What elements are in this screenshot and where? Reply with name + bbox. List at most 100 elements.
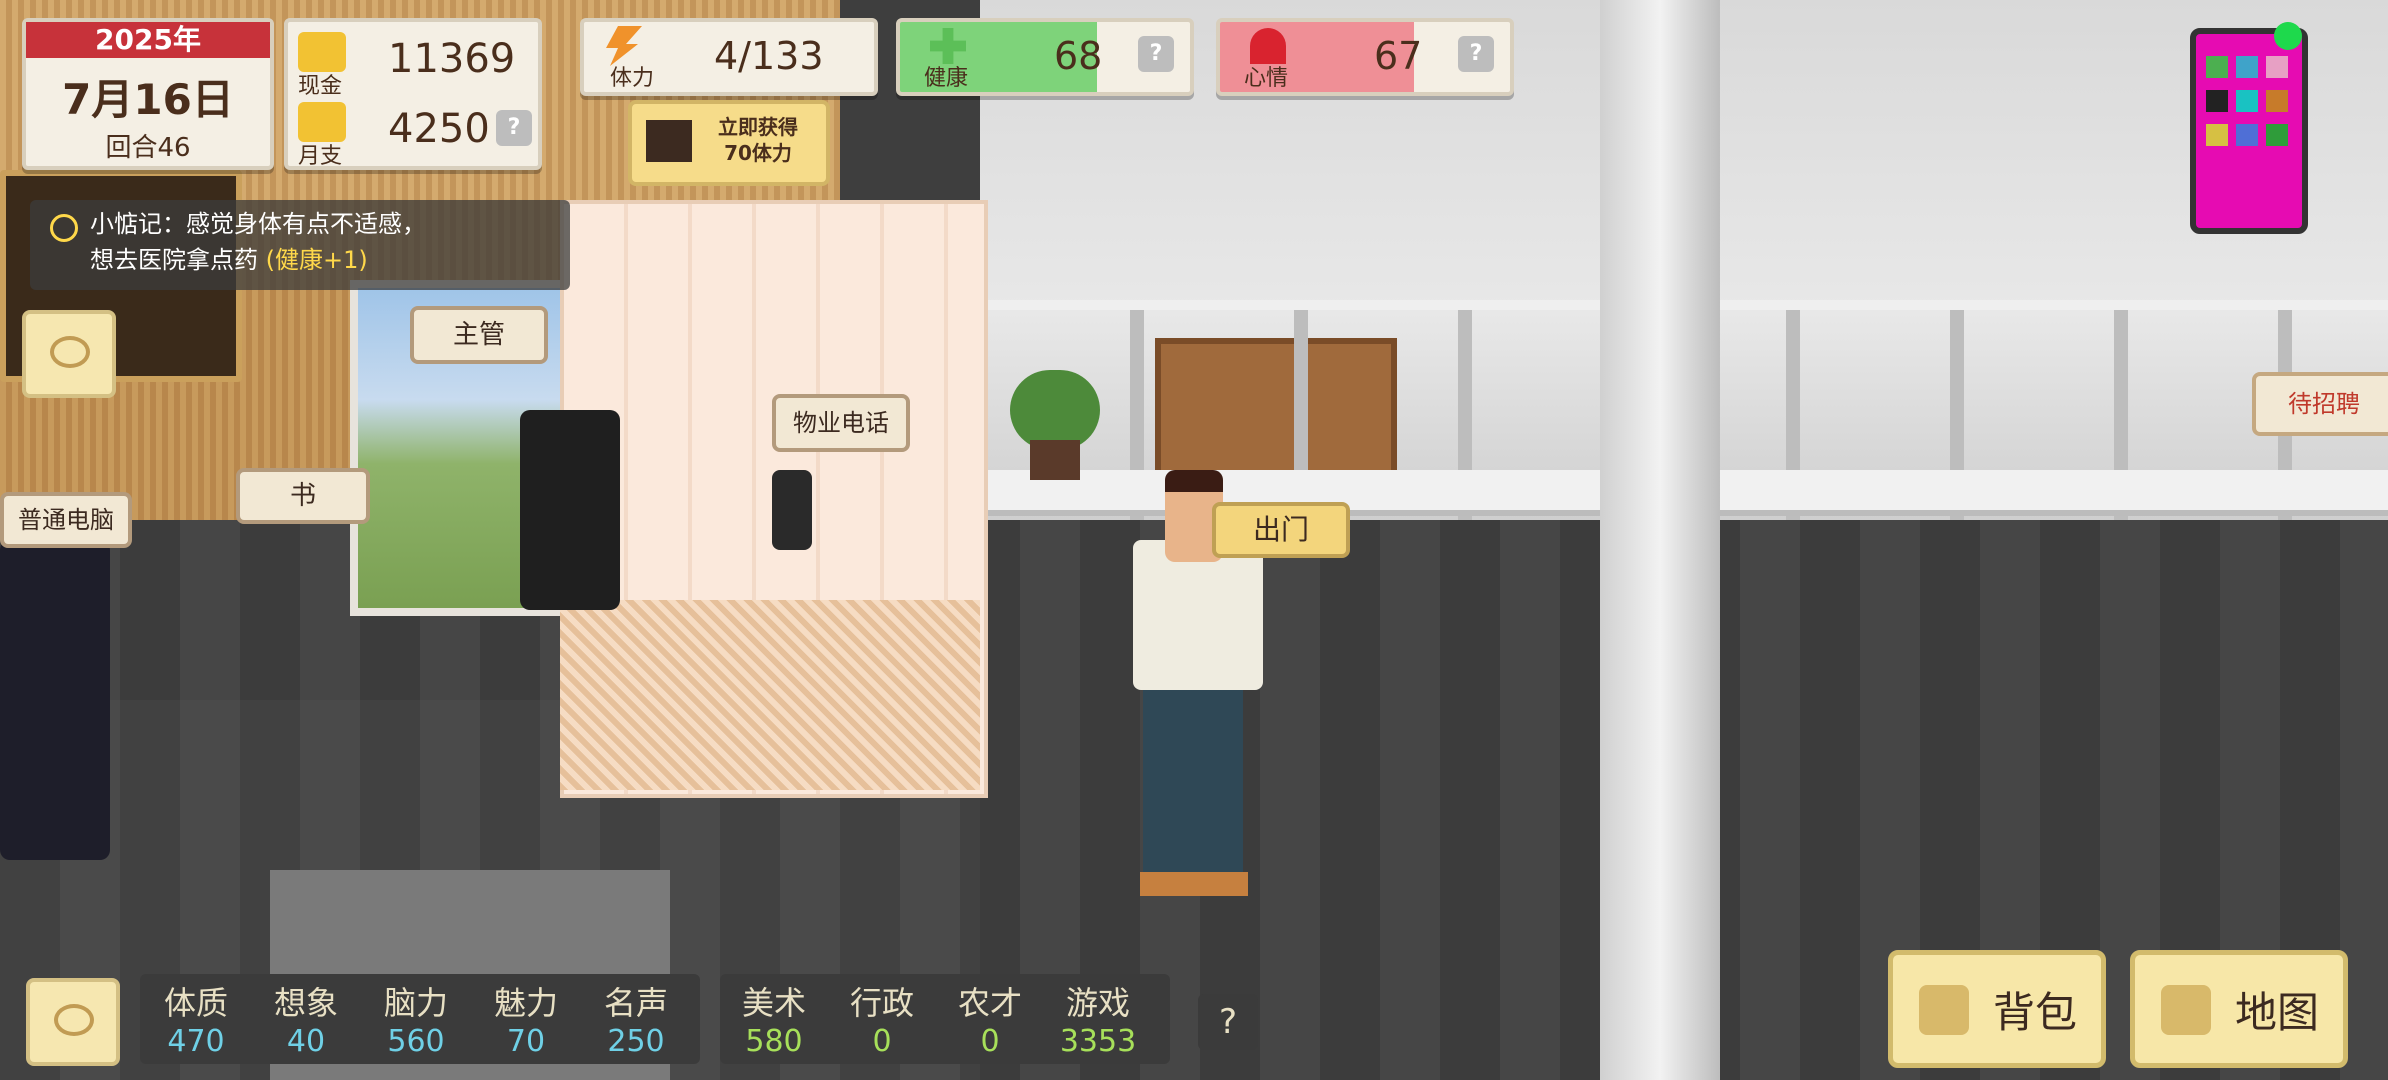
map-label: 地图 <box>2235 988 2320 1037</box>
ad-button-text: 立即获得 70体力 <box>698 114 818 166</box>
stamina-label: 体力 <box>610 66 655 91</box>
map-flag-icon <box>2161 985 2211 1035</box>
skill-label: 农才 <box>957 984 1022 1022</box>
skill-value: 0 <box>872 1024 892 1059</box>
go-out-button[interactable]: 出门 <box>1212 502 1350 558</box>
potted-plant <box>1010 370 1100 450</box>
monthly-label: 月支 <box>298 144 343 169</box>
stat-imagination: 想象 40 <box>256 978 356 1059</box>
wall-phone[interactable] <box>772 470 812 550</box>
stat-value: 560 <box>387 1024 445 1059</box>
cash-label: 现金 <box>298 74 343 99</box>
ad-line2: 70体力 <box>724 141 792 165</box>
stat-value: 40 <box>286 1024 326 1059</box>
view-toggle-button-bottom[interactable] <box>26 978 120 1066</box>
reminder-line1: 小惦记：感觉身体有点不适感， <box>90 210 426 238</box>
bubble-computer[interactable]: 普通电脑 <box>0 492 132 548</box>
skill-label: 游戏 <box>1065 984 1130 1022</box>
money-help-button[interactable]: ? <box>496 110 532 146</box>
monthly-value: 4250 <box>388 106 490 152</box>
stat-value: 470 <box>167 1024 225 1059</box>
bubble-property-phone[interactable]: 物业电话 <box>772 394 910 452</box>
phone-app-icon <box>2266 90 2288 112</box>
phone-app-icon <box>2236 90 2258 112</box>
map-button[interactable]: 地图 <box>2130 950 2348 1068</box>
mood-panel: 心情 67 ? <box>1216 18 1514 96</box>
reminder-text: 小惦记：感觉身体有点不适感， 想去医院拿点药 (健康+1) <box>90 206 426 278</box>
phone-app-icon <box>2236 124 2258 146</box>
bubble-book[interactable]: 书 <box>236 468 370 524</box>
reminder-highlight: (健康+1) <box>265 246 368 274</box>
curtain-bottom <box>560 600 980 790</box>
health-label: 健康 <box>924 66 969 91</box>
player-character-pants <box>1143 690 1243 880</box>
stamina-panel: 体力 4/133 <box>580 18 878 96</box>
phone-app-icon <box>2206 56 2228 78</box>
phone-app-icon <box>2266 56 2288 78</box>
player-character-shoes <box>1140 872 1248 896</box>
date-day: 7月16日 <box>62 75 234 124</box>
office-chair <box>520 410 620 610</box>
bubble-supervisor[interactable]: 主管 <box>410 306 548 364</box>
eye-icon <box>50 336 90 368</box>
attribute-panel: 体质 470 想象 40 脑力 560 魅力 70 名声 250 <box>140 974 700 1064</box>
stats-help-button[interactable]: ? <box>1198 994 1258 1050</box>
skill-label: 行政 <box>849 984 914 1022</box>
smartphone-icon[interactable] <box>2190 28 2308 234</box>
stat-label: 体质 <box>163 984 228 1022</box>
phone-app-icon <box>2266 124 2288 146</box>
gold-coin-icon <box>298 102 346 142</box>
mood-label: 心情 <box>1244 66 1289 91</box>
skill-admin: 行政 0 <box>832 978 932 1059</box>
eye-icon <box>54 1004 94 1036</box>
reminder-note: 小惦记：感觉身体有点不适感， 想去医院拿点药 (健康+1) <box>30 200 570 290</box>
skill-label: 美术 <box>741 984 806 1022</box>
backpack-label: 背包 <box>1993 988 2078 1037</box>
cash-value: 11369 <box>388 36 516 82</box>
reminder-line2: 想去医院拿点药 (健康+1) <box>90 242 426 278</box>
backpack-button[interactable]: 背包 <box>1888 950 2106 1068</box>
phone-app-icon <box>2236 56 2258 78</box>
round-counter: 回合46 <box>105 133 191 163</box>
backpack-icon <box>1919 985 1969 1035</box>
bulb-icon <box>50 214 78 242</box>
player-character-body[interactable] <box>1133 540 1263 690</box>
stat-value: 250 <box>607 1024 665 1059</box>
skill-value: 3353 <box>1059 1024 1137 1059</box>
stat-brainpower: 脑力 560 <box>366 978 466 1059</box>
skill-value: 580 <box>745 1024 803 1059</box>
date-panel: 2025年 7月16日 回合46 <box>22 18 274 170</box>
notification-dot <box>2274 22 2302 50</box>
ad-line1: 立即获得 <box>718 115 798 139</box>
mood-help-button[interactable]: ? <box>1458 36 1494 72</box>
stamina-value: 4/133 <box>714 34 824 78</box>
monthly-row: 月支 4250 ? <box>298 98 532 169</box>
stat-charm: 魅力 70 <box>476 978 576 1059</box>
health-panel: 健康 68 ? <box>896 18 1194 96</box>
skill-art: 美术 580 <box>724 978 824 1059</box>
phone-app-icon <box>2206 124 2228 146</box>
year-banner: 2025年 <box>26 22 270 58</box>
stat-label: 名声 <box>603 984 668 1022</box>
stat-physique: 体质 470 <box>146 978 246 1059</box>
health-value: 68 <box>1054 34 1103 78</box>
health-help-button[interactable]: ? <box>1138 36 1174 72</box>
stat-fame: 名声 250 <box>586 978 686 1059</box>
watch-ad-stamina-button[interactable]: 立即获得 70体力 <box>628 100 830 186</box>
skill-panel: 美术 580 行政 0 农才 0 游戏 3353 <box>720 974 1170 1064</box>
mood-value: 67 <box>1374 34 1423 78</box>
film-icon <box>646 120 692 162</box>
cash-row: 现金 11369 <box>298 28 528 99</box>
plant-pot <box>1030 440 1080 480</box>
computer-chair <box>0 540 110 860</box>
gold-coin-icon <box>298 32 346 72</box>
hiring-sign[interactable]: 待招聘 <box>2252 372 2388 436</box>
money-panel: 现金 11369 月支 4250 ? <box>284 18 542 170</box>
view-toggle-button-top[interactable] <box>22 310 116 398</box>
stat-value: 70 <box>506 1024 546 1059</box>
stat-label: 脑力 <box>383 984 448 1022</box>
skill-value: 0 <box>980 1024 1000 1059</box>
phone-app-icon <box>2206 90 2228 112</box>
pillar <box>1600 0 1720 1080</box>
reminder-line2-text: 想去医院拿点药 <box>90 246 258 274</box>
